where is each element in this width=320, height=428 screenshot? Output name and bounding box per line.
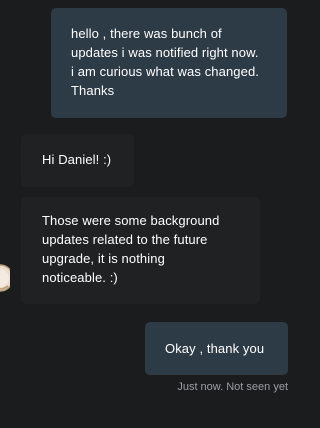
chat-thread: hello , there was bunch of updates i was… [0,0,296,428]
message-line: i am curious what was changed. [71,64,259,79]
agent-avatar-icon [0,262,10,294]
incoming-message-bubble: Hi Daniel! :) [21,134,134,187]
message-line: Hi Daniel! :) [42,152,112,167]
message-line: Okay , thank you [165,341,265,356]
message-line: upgrade, it is nothing [42,251,165,266]
message-line: Those were some background [42,213,220,228]
outgoing-message-bubble: hello , there was bunch of updates i was… [51,8,287,118]
incoming-message-bubble: Those were some background updates relat… [21,197,260,304]
outgoing-message-bubble: Okay , thank you [145,322,288,375]
message-line: hello , there was bunch of [71,26,222,41]
message-line: noticeable. :) [42,270,118,285]
message-line: updates related to the future [42,232,208,247]
message-line: updates i was notified right now. [71,45,259,60]
message-line: Thanks [71,83,115,98]
delivery-status: Just now. Not seen yet [177,381,288,393]
